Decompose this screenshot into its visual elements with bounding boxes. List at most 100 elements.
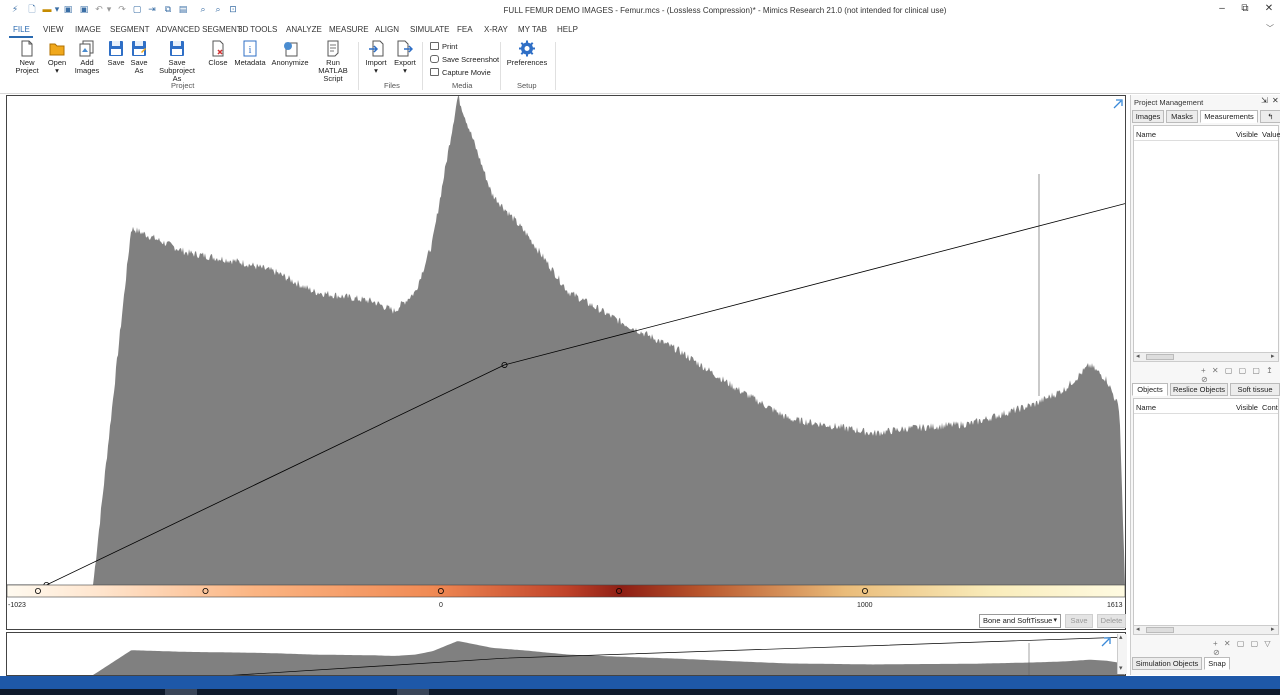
print-button[interactable]: Print <box>430 42 457 51</box>
object-tools[interactable]: + ✕ ▢ ▢ ▽ ⊘ <box>1213 639 1280 657</box>
expand-icon[interactable] <box>1112 98 1123 109</box>
scroll-thumb[interactable] <box>1146 354 1174 360</box>
tab-measurements[interactable]: Measurements <box>1200 110 1258 123</box>
run-matlab-label-2: Script <box>323 74 343 83</box>
metadata-button[interactable]: i Metadata <box>233 40 267 67</box>
column-name[interactable]: Name <box>1136 403 1156 412</box>
taskbar-app[interactable] <box>165 689 197 695</box>
scroll-right-icon[interactable]: ▸ <box>1271 625 1275 633</box>
run-matlab-label-1: Run MATLAB <box>318 58 348 75</box>
export-icon <box>397 40 413 57</box>
menu-measure[interactable]: MEASURE <box>329 25 369 34</box>
preferences-label: Preferences <box>506 58 548 67</box>
restore-button[interactable]: ⧉ <box>1238 3 1252 15</box>
anonymize-button[interactable]: Anonymize <box>271 40 309 67</box>
measurements-list[interactable]: Name Visible Value <box>1133 125 1280 353</box>
column-name[interactable]: Name <box>1136 130 1156 139</box>
export-button[interactable]: Export ▾ <box>392 40 418 75</box>
overview-scrollbar[interactable]: ▴ ▾ <box>1117 634 1127 674</box>
column-visible[interactable]: Visible <box>1236 403 1258 412</box>
media-group-label: Media <box>452 81 473 90</box>
menu-simulate[interactable]: SIMULATE <box>410 25 449 34</box>
ribbon-collapse-icon[interactable]: ﹀ <box>1266 23 1274 34</box>
color-map-bar[interactable] <box>7 584 1125 598</box>
metadata-label: Metadata <box>234 58 266 67</box>
save-as-icon <box>132 41 146 56</box>
axis-label-max: 1613 <box>1107 602 1123 609</box>
menu-analyze[interactable]: ANALYZE <box>286 25 322 34</box>
menu-3d-tools[interactable]: 3D TOOLS <box>238 25 277 34</box>
tab-reslice-objects[interactable]: Reslice Objects <box>1170 383 1228 396</box>
column-contour[interactable]: Cont <box>1262 403 1278 412</box>
column-value[interactable]: Value <box>1262 130 1280 139</box>
preset-save-button[interactable]: Save <box>1065 614 1093 628</box>
menu-x-ray[interactable]: X-RAY <box>484 25 508 34</box>
histogram-chart[interactable] <box>7 96 1125 629</box>
preset-value: Bone and SoftTissue <box>983 616 1053 625</box>
capture-movie-button[interactable]: Capture Movie <box>430 68 491 77</box>
tab-simulation-objects[interactable]: Simulation Objects <box>1132 657 1202 670</box>
scroll-left-icon[interactable]: ◂ <box>1136 625 1140 633</box>
preferences-button[interactable]: Preferences <box>505 40 549 67</box>
save-as-button[interactable]: Save As <box>128 40 150 75</box>
add-images-button[interactable]: Add Images <box>73 40 101 75</box>
overview-area <box>7 641 1125 675</box>
save-screenshot-button[interactable]: Save Screenshot <box>430 55 499 64</box>
menu-segment[interactable]: SEGMENT <box>110 25 150 34</box>
tab-objects[interactable]: Objects <box>1132 383 1168 396</box>
import-dropdown-caret: ▾ <box>374 66 378 75</box>
objects-list[interactable]: Name Visible Cont <box>1133 398 1279 626</box>
add-images-icon <box>79 40 94 57</box>
save-label: Save <box>107 58 125 67</box>
menu-my-tab[interactable]: MY TAB <box>518 25 547 34</box>
minimize-button[interactable]: – <box>1215 3 1229 15</box>
scroll-right-icon[interactable]: ▸ <box>1271 352 1275 360</box>
menu-fea[interactable]: FEA <box>457 25 473 34</box>
run-matlab-script-button[interactable]: Run MATLAB Script <box>311 40 355 83</box>
scroll-left-icon[interactable]: ◂ <box>1136 352 1140 360</box>
objects-scrollbar[interactable]: ◂ ▸ <box>1133 625 1279 635</box>
menu-view[interactable]: VIEW <box>43 25 63 34</box>
setup-group-label: Setup <box>517 81 537 90</box>
pin-icon[interactable]: ⇲ <box>1261 96 1268 105</box>
preset-select[interactable]: Bone and SoftTissue ▾ <box>979 614 1061 628</box>
scroll-up-icon[interactable]: ▴ <box>1119 633 1123 641</box>
close-project-icon <box>212 40 224 57</box>
menu-image[interactable]: IMAGE <box>75 25 101 34</box>
tab-images[interactable]: Images <box>1132 110 1164 123</box>
scroll-thumb[interactable] <box>1146 627 1174 633</box>
gear-icon <box>519 40 535 57</box>
measurement-tools[interactable]: + ✕ ▢ ▢ ▢ ↥ ⊘ <box>1201 366 1280 384</box>
export-dropdown-caret: ▾ <box>403 66 407 75</box>
overview-expand-icon[interactable] <box>1101 637 1111 647</box>
import-button[interactable]: Import ▾ <box>363 40 389 75</box>
scroll-down-icon[interactable]: ▾ <box>1119 664 1123 672</box>
tab-more[interactable]: ↰ <box>1260 110 1280 123</box>
menu-file[interactable]: FILE <box>13 25 30 34</box>
tab-soft-tissue[interactable]: Soft tissue <box>1230 383 1280 396</box>
open-button[interactable]: Open ▾ <box>44 40 70 75</box>
axis-label-min: -1023 <box>8 602 26 609</box>
new-project-button[interactable]: New Project <box>12 40 42 75</box>
measurements-scrollbar[interactable]: ◂ ▸ <box>1133 352 1279 362</box>
save-button[interactable]: Save <box>105 40 127 67</box>
taskbar-app[interactable] <box>397 689 429 695</box>
tab-masks[interactable]: Masks <box>1166 110 1198 123</box>
histogram-panel[interactable] <box>6 95 1126 630</box>
project-management-panel: Project Management ⇲ ✕ Images Masks Meas… <box>1130 95 1280 675</box>
close-button[interactable]: ✕ <box>1262 3 1276 15</box>
histogram-overview[interactable] <box>6 632 1126 676</box>
taskbar <box>0 676 1280 695</box>
save-subproject-button[interactable]: Save Subproject As <box>150 40 204 83</box>
group-separator <box>422 42 423 90</box>
preset-delete-button[interactable]: Delete <box>1097 614 1126 628</box>
close-project-button[interactable]: Close <box>206 40 230 67</box>
menu-help[interactable]: HELP <box>557 25 578 34</box>
menu-advanced-segment[interactable]: ADVANCED SEGMENT <box>156 25 242 34</box>
tab-snap[interactable]: Snap <box>1204 657 1230 670</box>
group-separator <box>555 42 556 90</box>
menu-align[interactable]: ALIGN <box>375 25 399 34</box>
save-icon <box>109 41 123 56</box>
panel-close-icon[interactable]: ✕ <box>1272 96 1279 105</box>
column-visible[interactable]: Visible <box>1236 130 1258 139</box>
